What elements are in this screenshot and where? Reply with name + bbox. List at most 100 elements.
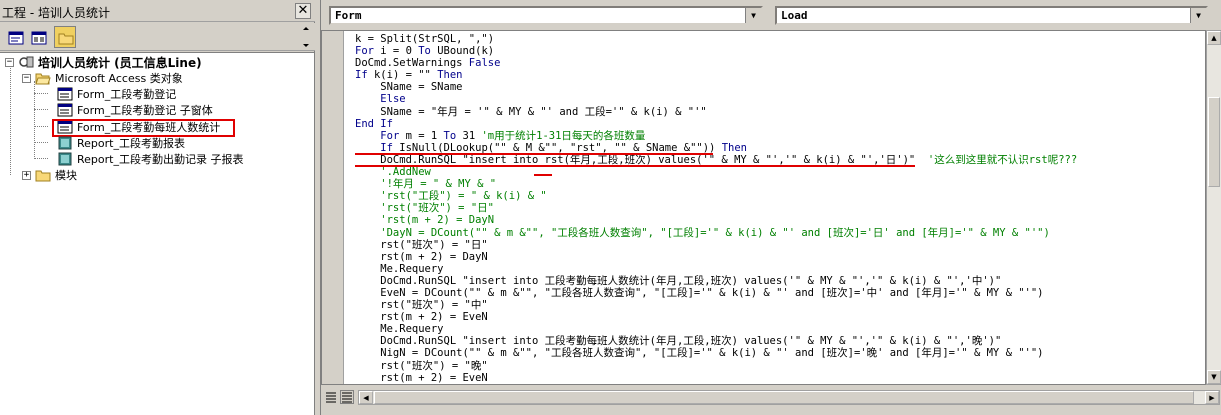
code-segment: Else <box>380 93 406 106</box>
code-line[interactable]: rst(m + 2) = EveN <box>355 311 1077 323</box>
form-module-icon <box>57 103 73 117</box>
code-line[interactable]: SName = SName <box>355 81 1077 93</box>
code-segment: k = Split(StrSQL, ",") <box>355 33 495 45</box>
tree-item-label: Form_工段考勤登记 子窗体 <box>77 104 213 117</box>
horizontal-scrollbar[interactable]: ◀ ▶ <box>358 390 1220 405</box>
red-underline-annotation <box>534 174 552 176</box>
code-line[interactable]: '!年月 = " & MY & " <box>355 178 1077 190</box>
code-line[interactable]: End If <box>355 118 1077 130</box>
code-segment: rst("班次") = "日" <box>355 238 488 251</box>
code-comment: 'rst("班次") = "日" <box>355 202 494 215</box>
chevron-down-icon[interactable]: ▼ <box>1190 8 1206 23</box>
code-line[interactable]: k = Split(StrSQL, ",") <box>355 33 1077 45</box>
tree-connector <box>34 142 48 143</box>
tree-node-label: Microsoft Access 类对象 <box>55 72 183 85</box>
full-module-view-icon <box>342 392 352 403</box>
code-segment: EveN = DCount("" & m &"", "工段各班人数查询", "[… <box>355 286 1044 299</box>
code-line[interactable]: DoCmd.RunSQL "insert into 工段考勤每班人数统计(年月,… <box>355 275 1077 287</box>
code-text[interactable]: k = Split(StrSQL, ",") For i = 0 To UBoun… <box>355 33 1077 384</box>
code-segment: rst(m + 2) = EveN <box>355 371 488 384</box>
code-segment: Me.Requery <box>355 262 444 275</box>
code-segment: DoCmd.RunSQL "insert into 工段考勤每班人数统计(年月,… <box>355 335 1002 348</box>
scroll-up-icon[interactable]: ▲ <box>1207 31 1221 45</box>
tree-item-report-1[interactable]: Report_工段考勤报表 <box>57 135 185 151</box>
procedure-view-button[interactable] <box>324 390 338 404</box>
scroll-thumb[interactable] <box>1208 97 1220 187</box>
code-line[interactable]: DoCmd.SetWarnings False <box>355 57 1077 69</box>
code-line[interactable]: Me.Requery <box>355 323 1077 335</box>
code-line[interactable]: DoCmd.RunSQL "insert into 工段考勤每班人数统计(年月,… <box>355 335 1077 347</box>
collapse-icon[interactable]: − <box>5 57 14 67</box>
code-line[interactable]: 'rst(m + 2) = DayN <box>355 214 1077 226</box>
project-pane-titlebar: 工程 - 培训人员统计 ✕ <box>0 0 315 22</box>
code-segment: For i = 0 To UBound(k) <box>355 45 495 58</box>
tree-item-form-1[interactable]: Form_工段考勤登记 <box>57 86 176 102</box>
red-underline-annotation <box>355 153 713 155</box>
code-line[interactable]: For i = 0 To UBound(k) <box>355 45 1077 57</box>
tree-node-modules[interactable]: + 模块 <box>22 167 77 183</box>
code-segment: NigN = DCount("" & m &"", "工段各班人数查询", "[… <box>355 347 1044 360</box>
folder-icon <box>58 33 74 45</box>
scroll-thumb[interactable] <box>374 391 1194 404</box>
code-line[interactable]: rst(m + 2) = DayN <box>355 251 1077 263</box>
code-editor[interactable]: k = Split(StrSQL, ",") For i = 0 To UBoun… <box>321 30 1206 385</box>
code-line[interactable]: '.AddNew <box>355 166 1077 178</box>
code-line[interactable]: rst("班次") = "晚" <box>355 360 1077 372</box>
toggle-folders-button[interactable] <box>54 26 76 48</box>
code-line[interactable]: rst("班次") = "中" <box>355 299 1077 311</box>
tree-item-form-2[interactable]: Form_工段考勤登记 子窗体 <box>57 102 213 118</box>
report-module-icon <box>58 136 72 150</box>
report-module-icon <box>58 152 72 166</box>
scroll-left-icon[interactable]: ◀ <box>359 391 373 404</box>
code-segment: End If <box>355 117 393 130</box>
tree-connector <box>34 126 48 127</box>
red-underline-annotation <box>355 165 915 167</box>
view-object-button[interactable] <box>27 26 49 48</box>
code-line[interactable]: SName = "年月 = '" & MY & "' and 工段='" & k… <box>355 106 1077 118</box>
close-icon[interactable]: ✕ <box>295 3 311 19</box>
tree-item-label: Report_工段考勤出勤记录 子报表 <box>77 153 244 166</box>
margin-indicator-bar[interactable] <box>322 31 344 384</box>
code-comment: 'rst("工段") = " & k(i) & " <box>355 190 547 203</box>
code-segment: For m = 1 To 31 <box>380 129 482 142</box>
code-segment: rst(m + 2) = DayN <box>355 250 488 263</box>
code-comment: '!年月 = " & MY & " <box>355 178 497 191</box>
code-segment: If k(i) = "" Then <box>355 69 463 82</box>
object-combo[interactable]: Form ▼ <box>329 6 763 25</box>
procedure-combo[interactable]: Load ▼ <box>775 6 1208 25</box>
vertical-scrollbar[interactable]: ▲ ▼ <box>1206 30 1221 385</box>
code-line[interactable]: If k(i) = "" Then <box>355 69 1077 81</box>
code-line[interactable]: rst(m + 2) = EveN <box>355 372 1077 384</box>
code-line[interactable]: Else <box>355 93 1077 105</box>
code-line[interactable]: For m = 1 To 31 'm用于统计1-31日每天的各班数量 <box>355 130 1077 142</box>
tree-connector <box>10 65 11 175</box>
code-line[interactable]: 'DayN = DCount("" & m &"", "工段各班人数查询", "… <box>355 227 1077 239</box>
code-segment: SName = "年月 = '" & MY & "' and 工段='" & k… <box>355 105 707 118</box>
scroll-right-icon[interactable]: ▶ <box>1205 391 1219 404</box>
expand-icon[interactable]: + <box>22 170 31 180</box>
toolbar-scroll-arrows[interactable] <box>301 26 311 48</box>
procedure-combo-value: Load <box>781 9 808 22</box>
tree-node-label: 模块 <box>55 169 77 182</box>
code-line[interactable]: NigN = DCount("" & m &"", "工段各班人数查询", "[… <box>355 347 1077 359</box>
code-segment: DoCmd.RunSQL "insert into 工段考勤每班人数统计(年月,… <box>355 274 1002 287</box>
code-comment: 'm用于统计1-31日每天的各班数量 <box>481 129 646 142</box>
tree-item-report-2[interactable]: Report_工段考勤出勤记录 子报表 <box>57 151 243 167</box>
code-comment: '这么到这里就不认识rst呢??? <box>927 153 1078 166</box>
view-object-icon <box>31 31 47 45</box>
chevron-down-icon[interactable]: ▼ <box>745 8 761 23</box>
code-line[interactable]: rst("班次") = "日" <box>355 239 1077 251</box>
code-line[interactable]: 'rst("工段") = " & k(i) & " <box>355 190 1077 202</box>
tree-root[interactable]: − 培训人员统计 (员工信息Line) <box>5 54 202 70</box>
code-line[interactable]: Me.Requery <box>355 263 1077 275</box>
scroll-arrows-icon <box>303 27 309 47</box>
project-explorer-pane: 工程 - 培训人员统计 ✕ − 培训人员统计 (员工信息Line) − Micr… <box>0 0 315 415</box>
code-line[interactable]: EveN = DCount("" & m &"", "工段各班人数查询", "[… <box>355 287 1077 299</box>
view-code-button[interactable] <box>4 26 26 48</box>
code-line[interactable]: 'rst("班次") = "日" <box>355 202 1077 214</box>
code-segment: rst(m + 2) = EveN <box>355 311 488 324</box>
full-module-view-button[interactable] <box>340 390 354 404</box>
scroll-down-icon[interactable]: ▼ <box>1207 370 1221 384</box>
collapse-icon[interactable]: − <box>22 73 31 83</box>
tree-node-access-objects[interactable]: − Microsoft Access 类对象 <box>22 70 183 86</box>
